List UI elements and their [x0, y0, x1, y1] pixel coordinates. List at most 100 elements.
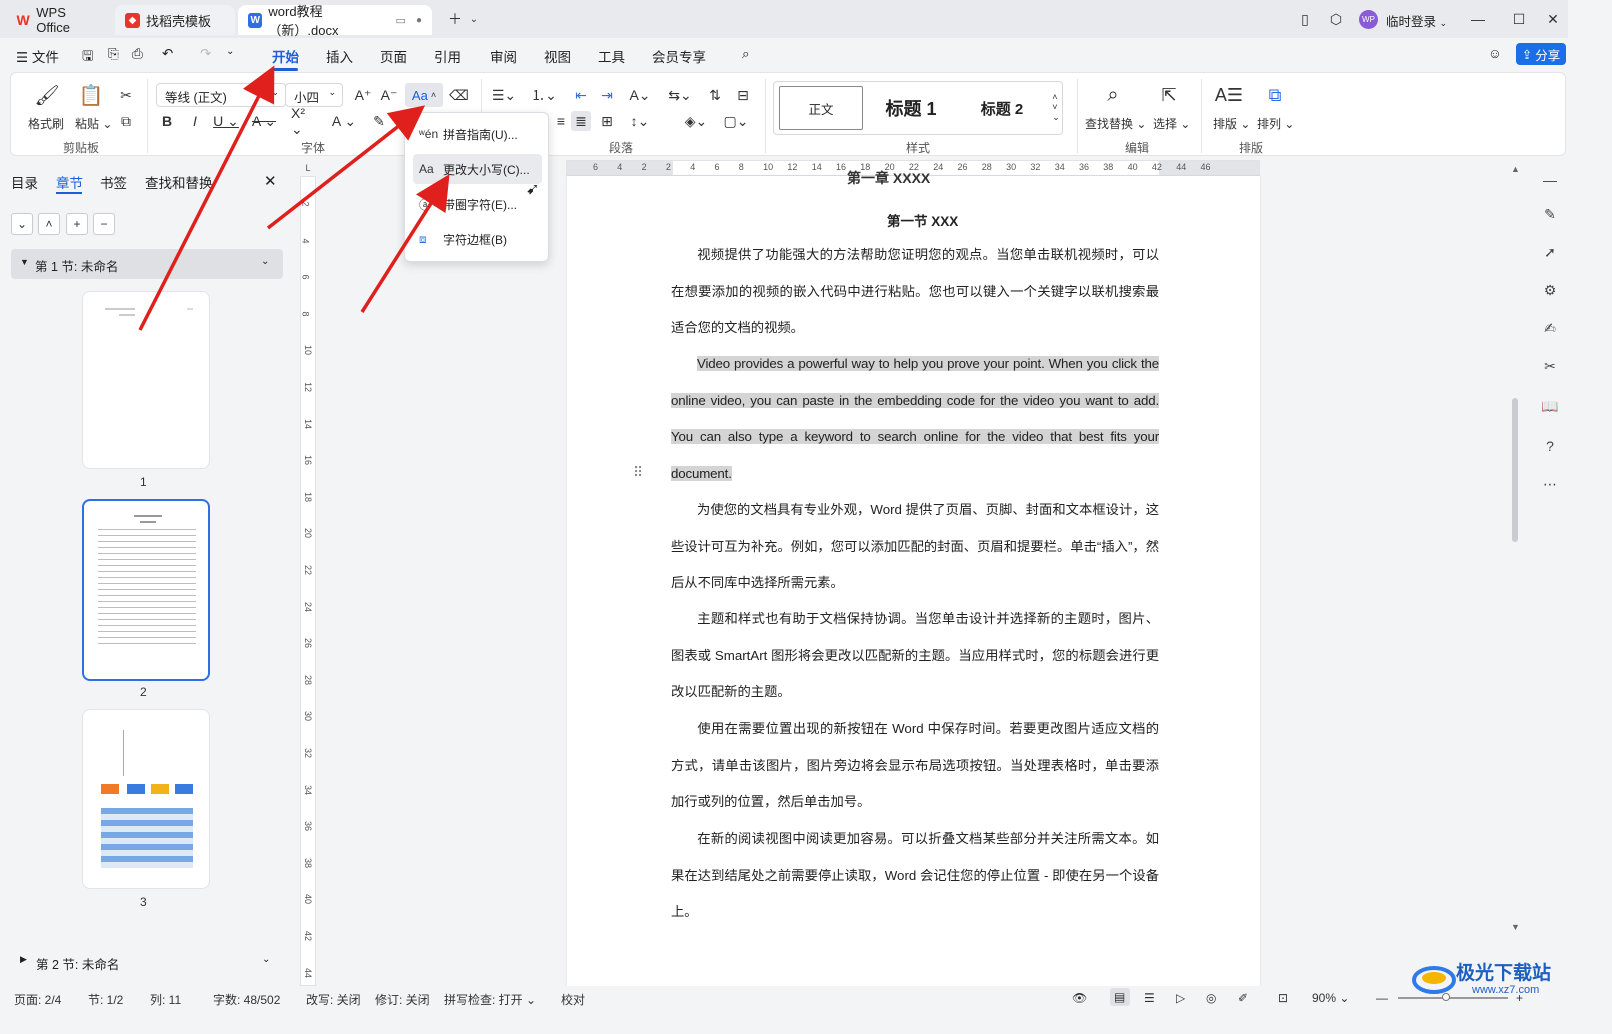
- more-icon[interactable]: ⋯: [1540, 474, 1560, 494]
- nav-tab-chapters[interactable]: 章节: [56, 172, 83, 192]
- chinese-layout-icon[interactable]: A⌄: [627, 85, 653, 105]
- document-page[interactable]: 第一章 XXXX 第一节 XXX 视频提供了功能强大的方法帮助您证明您的观点。当…: [567, 170, 1260, 986]
- show-marks-icon[interactable]: ⊟: [733, 85, 753, 105]
- tab-template[interactable]: ◆ 找稻壳模板: [115, 5, 235, 35]
- sort-icon[interactable]: ⇅: [705, 85, 725, 105]
- expand-up-icon[interactable]: ˄: [38, 213, 60, 235]
- section-1-header[interactable]: ▼ 第 1 节: 未命名 ⌄: [11, 249, 283, 279]
- font-name-select[interactable]: 等线 (正文) ⌄: [156, 83, 286, 107]
- collapse-all-icon[interactable]: ⌄: [11, 213, 33, 235]
- scroll-up-icon[interactable]: ▲: [1511, 164, 1520, 174]
- grow-font-icon[interactable]: A⁺: [353, 85, 373, 105]
- adjust-icon[interactable]: ⚙: [1540, 280, 1560, 300]
- expand-triangle-icon[interactable]: ▶: [20, 954, 27, 965]
- copy-icon[interactable]: ⧉: [116, 111, 136, 131]
- proofread-button[interactable]: 校对: [561, 991, 585, 1008]
- sign-icon[interactable]: ✍: [1540, 318, 1560, 338]
- menu-insert[interactable]: 插入: [326, 46, 353, 66]
- justify-icon[interactable]: ≣: [571, 111, 591, 131]
- find-replace-button[interactable]: 查找替换 ⌄: [1085, 115, 1146, 132]
- maximize-icon[interactable]: ☐: [1508, 8, 1530, 30]
- line-spacing-icon[interactable]: ↕⌄: [627, 111, 653, 131]
- pointer-icon[interactable]: ➚: [1540, 242, 1560, 262]
- pen-icon[interactable]: ✎: [1540, 204, 1560, 224]
- vertical-ruler[interactable]: 2 4 6 8 10 12 14 16 18 20 22 24 26 28 30 32 34 36 38 40 42 44: [300, 176, 316, 986]
- character-border-item[interactable]: ⧈ 字符边框(B): [413, 224, 542, 254]
- paste-label[interactable]: 粘贴 ⌄: [75, 115, 112, 132]
- style-normal[interactable]: 正文: [779, 86, 863, 130]
- enclosed-character-item[interactable]: ⓐ 带圈字符(E)...: [413, 189, 542, 219]
- help-icon[interactable]: ?: [1540, 436, 1560, 456]
- style-heading-1[interactable]: 标题 1: [873, 83, 949, 133]
- underline-icon[interactable]: U ⌄: [213, 111, 239, 131]
- zoom-level[interactable]: 90% ⌄: [1312, 991, 1349, 1005]
- font-size-select[interactable]: 小四 ⌄: [285, 83, 343, 107]
- menu-tools[interactable]: 工具: [598, 46, 625, 66]
- ruler-corner-icon[interactable]: L: [300, 160, 316, 176]
- style-heading-2[interactable]: 标题 2: [967, 83, 1037, 133]
- vertical-scrollbar[interactable]: ▲ ▼: [1508, 162, 1522, 986]
- page-thumbnail-3[interactable]: [82, 709, 210, 889]
- export-icon[interactable]: ⎘: [108, 46, 119, 62]
- page-view-icon[interactable]: ▤: [1110, 988, 1130, 1006]
- distributed-icon[interactable]: ⊞: [597, 111, 617, 131]
- text-direction-icon[interactable]: ⇆⌄: [667, 85, 693, 105]
- share-button[interactable]: ⇪ 分享: [1516, 43, 1566, 65]
- menu-review[interactable]: 审阅: [490, 46, 517, 66]
- save-icon[interactable]: 🖫: [82, 46, 94, 69]
- book-icon[interactable]: 📖: [1540, 396, 1560, 416]
- tools-icon[interactable]: ✂: [1540, 356, 1560, 376]
- web-view-icon[interactable]: ◎: [1206, 991, 1216, 1005]
- edit-pen-icon[interactable]: ✐: [1238, 991, 1248, 1005]
- page-thumbnail-1[interactable]: [82, 291, 210, 469]
- decrease-indent-icon[interactable]: ⇤: [571, 85, 591, 105]
- zoom-out-icon[interactable]: —: [1376, 991, 1388, 1005]
- revision-status[interactable]: 修订: 关闭: [375, 991, 430, 1008]
- login-button[interactable]: 临时登录 ⌄: [1386, 11, 1447, 30]
- minimize-panel-icon[interactable]: —: [1540, 170, 1560, 190]
- typeset-icon[interactable]: A☰: [1215, 83, 1243, 107]
- shading-icon[interactable]: ◈⌄: [683, 111, 709, 131]
- chevron-down-icon[interactable]: ⌄: [262, 954, 270, 965]
- change-case-item[interactable]: Aa 更改大小写(C)...: [413, 154, 542, 184]
- eye-icon[interactable]: 👁: [1072, 991, 1087, 1005]
- menu-home[interactable]: 开始: [272, 46, 299, 66]
- bullet-list-icon[interactable]: ☰⌄: [491, 85, 517, 105]
- section-2-label[interactable]: 第 2 节: 未命名: [36, 954, 119, 973]
- play-icon[interactable]: ▷: [1176, 991, 1185, 1005]
- avatar[interactable]: WP: [1359, 10, 1378, 29]
- superscript-icon[interactable]: X² ⌄: [291, 105, 317, 137]
- comment-icon[interactable]: ☺: [1488, 46, 1502, 61]
- numbered-list-icon[interactable]: ⒈⌄: [531, 85, 557, 105]
- add-section-icon[interactable]: +: [66, 213, 88, 235]
- select-button[interactable]: 选择 ⌄: [1153, 115, 1190, 132]
- cube-icon[interactable]: ⬡: [1325, 8, 1347, 30]
- outline-view-icon[interactable]: ☰: [1144, 991, 1155, 1005]
- print-preview-icon[interactable]: ⎙: [132, 46, 143, 62]
- bold-icon[interactable]: B: [157, 111, 177, 131]
- arrange-icon[interactable]: ⧉: [1263, 83, 1287, 107]
- clear-format-icon[interactable]: ⌫: [449, 85, 469, 105]
- layout-toggle-icon[interactable]: ▯: [1294, 8, 1316, 30]
- tab-wps-office[interactable]: W WPS Office: [6, 5, 110, 35]
- scroll-down-icon[interactable]: ▼: [1511, 922, 1520, 932]
- select-cursor-icon[interactable]: ⇱: [1157, 83, 1181, 107]
- menu-page[interactable]: 页面: [380, 46, 407, 66]
- close-icon[interactable]: ✕: [1542, 8, 1564, 30]
- strikethrough-icon[interactable]: A ⌄: [251, 111, 277, 131]
- search-icon[interactable]: ⌕: [742, 46, 750, 62]
- page-indicator[interactable]: 页面: 2/4: [14, 991, 61, 1008]
- align-left-icon[interactable]: ≡: [551, 111, 571, 131]
- shrink-font-icon[interactable]: A⁻: [379, 85, 399, 105]
- spellcheck-status[interactable]: 拼写检查: 打开 ⌄: [444, 991, 536, 1008]
- page-thumbnail-2[interactable]: [82, 499, 210, 681]
- find-replace-icon[interactable]: ⌕: [1101, 83, 1125, 107]
- style-scroll-icon[interactable]: ˄ ˅ ⌄: [1049, 87, 1063, 127]
- increase-indent-icon[interactable]: ⇥: [597, 85, 617, 105]
- file-menu[interactable]: ☰ 文件: [16, 46, 59, 66]
- drag-handle-icon[interactable]: ⠿: [633, 464, 643, 481]
- quick-access-chevron-icon[interactable]: ⌄: [226, 46, 234, 57]
- close-pane-icon[interactable]: ✕: [264, 172, 277, 190]
- italic-icon[interactable]: I: [185, 111, 205, 131]
- remove-section-icon[interactable]: −: [93, 213, 115, 235]
